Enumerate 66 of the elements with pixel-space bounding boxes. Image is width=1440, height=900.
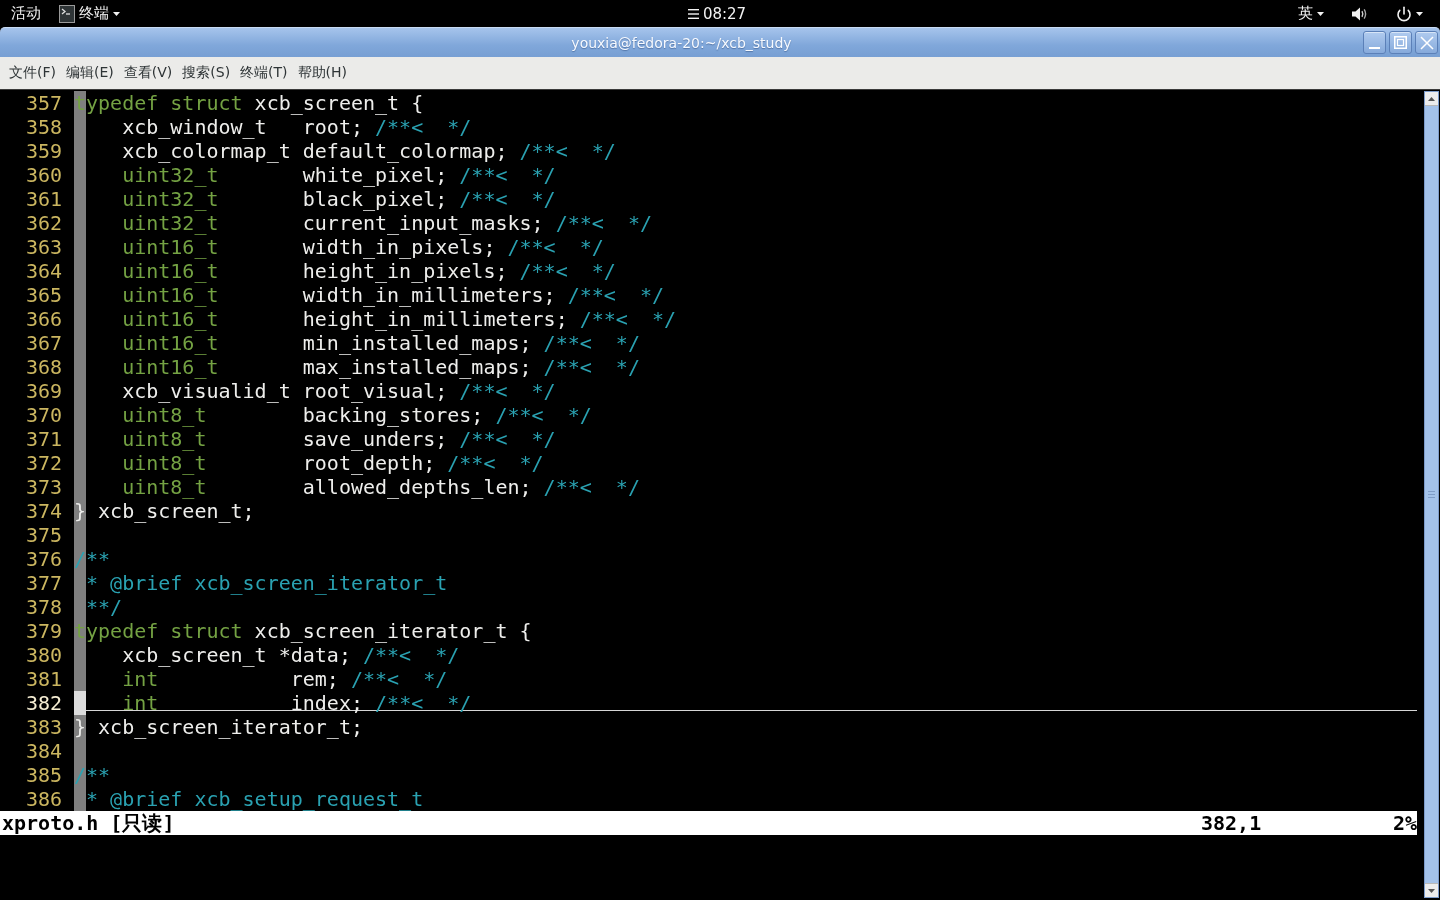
grip-icon <box>1428 491 1435 498</box>
line-number: 383 <box>24 715 62 739</box>
line-number: 368 <box>24 355 62 379</box>
line-number: 360 <box>24 163 62 187</box>
line-number: 377 <box>24 571 62 595</box>
minimize-button[interactable] <box>1363 31 1386 54</box>
volume-icon <box>1352 6 1368 21</box>
menu-item[interactable]: 文件(F) <box>4 60 61 86</box>
menu-item[interactable]: 编辑(E) <box>61 60 119 86</box>
line-number: 374 <box>24 499 62 523</box>
line-number: 375 <box>24 523 62 547</box>
up-arrow-icon <box>1428 96 1435 101</box>
scroll-down-button[interactable] <box>1425 883 1438 897</box>
line-number: 358 <box>24 115 62 139</box>
line-number: 373 <box>24 475 62 499</box>
scroll-percent: 2% <box>1392 811 1417 835</box>
input-method-label: 英 <box>1298 4 1313 23</box>
line-number: 372 <box>24 451 62 475</box>
line-number: 386 <box>24 787 62 811</box>
close-button[interactable] <box>1415 31 1438 54</box>
activities-button[interactable]: 活动 <box>6 0 46 27</box>
menu-item[interactable]: 终端(T) <box>235 60 293 86</box>
line-number: 363 <box>24 235 62 259</box>
menu-item[interactable]: 查看(V) <box>118 60 178 86</box>
file-name: xproto.h [只读] <box>2 811 175 835</box>
terminal-icon <box>59 4 75 23</box>
menu-item[interactable]: 搜索(S) <box>177 60 236 86</box>
line-number: 361 <box>24 187 62 211</box>
power-icon <box>1396 5 1412 22</box>
clock-label: 08:27 <box>702 4 747 23</box>
line-number: 384 <box>24 739 62 763</box>
window-title: youxia@fedora-20:~/xcb_study <box>570 34 793 51</box>
maximize-icon <box>1394 36 1407 49</box>
line-number: 357 <box>24 91 62 115</box>
line-number: 381 <box>24 667 62 691</box>
scrollbar-thumb[interactable] <box>1425 106 1438 883</box>
line-number: 385 <box>24 763 62 787</box>
line-number: 367 <box>24 331 62 355</box>
app-menu-label: 终端 <box>79 4 109 23</box>
line-number: 378 <box>24 595 62 619</box>
line-number: 359 <box>24 139 62 163</box>
input-method-button[interactable]: 英 <box>1293 0 1329 27</box>
caret-icon <box>1416 11 1423 16</box>
line-number: 369 <box>24 379 62 403</box>
scroll-up-button[interactable] <box>1425 92 1438 106</box>
line-number: 370 <box>24 403 62 427</box>
line-number: 366 <box>24 307 62 331</box>
caret-icon <box>113 11 120 16</box>
menu-icon <box>687 8 699 19</box>
line-number: 380 <box>24 643 62 667</box>
line-number: 362 <box>24 211 62 235</box>
line-number: 371 <box>24 427 62 451</box>
app-menu-button[interactable]: 终端 <box>54 0 125 27</box>
caret-icon <box>1317 11 1324 16</box>
line-number: 379 <box>24 619 62 643</box>
line-number: 365 <box>24 283 62 307</box>
line-number: 364 <box>24 259 62 283</box>
clock-button[interactable]: 08:27 <box>682 0 752 27</box>
maximize-button[interactable] <box>1389 31 1412 54</box>
line-number: 376 <box>24 547 62 571</box>
menu-item[interactable]: 帮助(H) <box>292 60 353 86</box>
close-icon <box>1419 35 1434 50</box>
minimize-icon <box>1369 47 1380 49</box>
down-arrow-icon <box>1428 888 1435 893</box>
line-number: 382 <box>24 691 62 715</box>
cursor-position: 382,1 <box>1201 811 1262 835</box>
